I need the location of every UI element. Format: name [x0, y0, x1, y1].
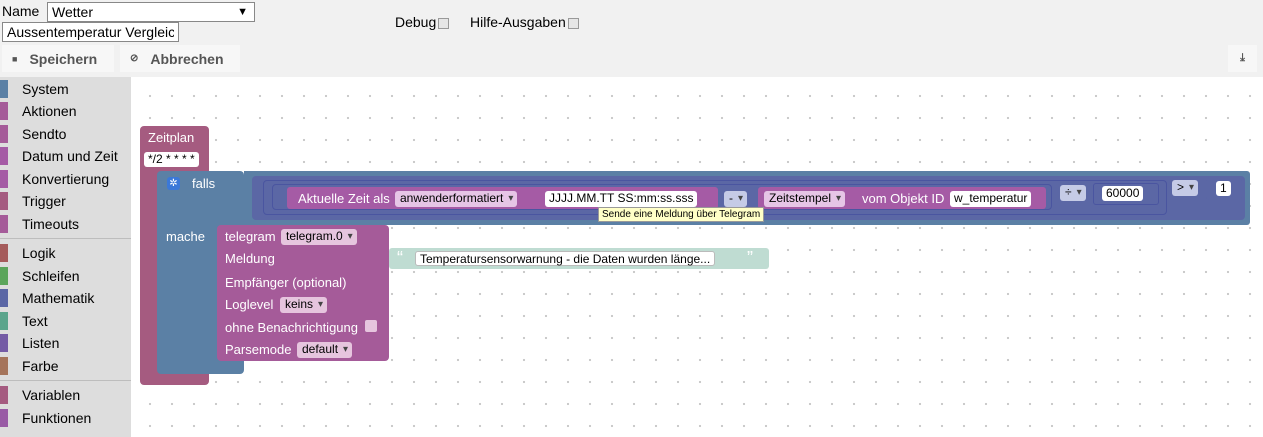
gear-icon[interactable]: ✲ [167, 177, 180, 190]
current-time-label: Aktuelle Zeit als [298, 191, 390, 206]
toolbox-item-variablen[interactable]: Variablen [0, 384, 131, 406]
toolbox-item-aktionen[interactable]: Aktionen [0, 100, 131, 122]
number-1-field[interactable]: 1 [1216, 181, 1231, 196]
toolbox-item-listen[interactable]: Listen [0, 332, 131, 354]
telegram-block[interactable] [217, 225, 389, 361]
name-select[interactable]: Wetter ▼ [47, 2, 255, 22]
toolbox-item-schleifen[interactable]: Schleifen [0, 265, 131, 287]
schedule-title: Zeitplan [148, 130, 195, 145]
hilfe-option[interactable]: Hilfe-Ausgaben [470, 14, 579, 30]
toolbox-item-konvertierung[interactable]: Konvertierung [0, 168, 131, 190]
toolbox-separator [0, 380, 131, 381]
empfaenger-label: Empfänger (optional) [225, 275, 347, 290]
debug-label: Debug [395, 14, 437, 30]
parsemode-label: Parsemode [225, 342, 292, 357]
debug-option[interactable]: Debug [395, 14, 450, 30]
toolbox-item-funktionen[interactable]: Funktionen [0, 407, 131, 429]
toolbox-item-logik[interactable]: Logik [0, 242, 131, 264]
script-name-input[interactable] [2, 22, 179, 42]
cancel-icon: ⊘ [130, 53, 139, 64]
minus-operator[interactable]: - [724, 191, 747, 207]
cron-field[interactable]: */2 * * * * [144, 152, 199, 167]
object-id-field[interactable]: w_temperatur [950, 191, 1032, 207]
hilfe-checkbox[interactable] [567, 17, 579, 29]
meldung-label: Meldung [225, 251, 275, 266]
toolbox-item-mathematik[interactable]: Mathematik [0, 287, 131, 309]
toolbox-item-timeouts[interactable]: Timeouts [0, 213, 131, 235]
toolbox-item-farbe[interactable]: Farbe [0, 355, 131, 377]
debug-checkbox[interactable] [438, 17, 450, 29]
toolbox-item-datum[interactable]: Datum und Zeit [0, 145, 131, 167]
ohne-benachrichtigung-label: ohne Benachrichtigung [225, 320, 358, 335]
loglevel-dropdown[interactable]: keins [280, 297, 328, 313]
cancel-button[interactable]: ⊘ Abbrechen [120, 45, 240, 72]
toolbox: System Aktionen Sendto Datum und Zeit Ko… [0, 77, 131, 437]
time-format-field[interactable]: JJJJ.MM.TT SS:mm:ss.sss [545, 191, 698, 207]
toolbox-item-text[interactable]: Text [0, 310, 131, 332]
of-object-label: vom Objekt ID [862, 191, 945, 206]
if-falls-label: falls [192, 176, 216, 191]
number-60000-field[interactable]: 60000 [1102, 186, 1144, 201]
toolbox-item-sendto[interactable]: Sendto [0, 123, 131, 145]
download-icon: ⤓ [1240, 52, 1245, 64]
compare-operator[interactable]: > [1172, 180, 1199, 196]
loglevel-label: Loglevel [225, 297, 274, 312]
quote-close-icon: ” [747, 248, 753, 268]
timestamp-mode-dropdown[interactable]: Zeitstempel [764, 191, 846, 207]
toolbox-item-system[interactable]: System [0, 78, 131, 100]
save-label: Speichern [29, 50, 98, 67]
time-format-mode-dropdown[interactable]: anwenderformatiert [395, 191, 518, 207]
quote-open-icon: “ [397, 248, 403, 268]
name-select-value: Wetter [52, 4, 93, 20]
save-icon: ■ [12, 53, 18, 64]
divide-operator[interactable]: ÷ [1060, 185, 1086, 201]
name-label: Name [2, 3, 40, 19]
download-button[interactable]: ⤓ [1228, 45, 1257, 72]
chevron-down-icon: ▼ [237, 6, 248, 18]
telegram-label: telegram [225, 229, 276, 244]
hilfe-label: Hilfe-Ausgaben [470, 14, 566, 30]
cancel-label: Abbrechen [150, 50, 224, 67]
toolbox-item-trigger[interactable]: Trigger [0, 190, 131, 212]
tooltip: Sende eine Meldung über Telegram [598, 207, 765, 222]
ohne-benachrichtigung-checkbox[interactable] [365, 320, 377, 332]
parsemode-dropdown[interactable]: default [297, 342, 353, 358]
if-mache-label: mache [166, 229, 206, 244]
toolbox-separator [0, 238, 131, 239]
message-text-field[interactable]: Temperatursensorwarnung - die Daten wurd… [415, 251, 716, 266]
telegram-instance-dropdown[interactable]: telegram.0 [281, 229, 357, 245]
save-button[interactable]: ■ Speichern [2, 45, 114, 72]
